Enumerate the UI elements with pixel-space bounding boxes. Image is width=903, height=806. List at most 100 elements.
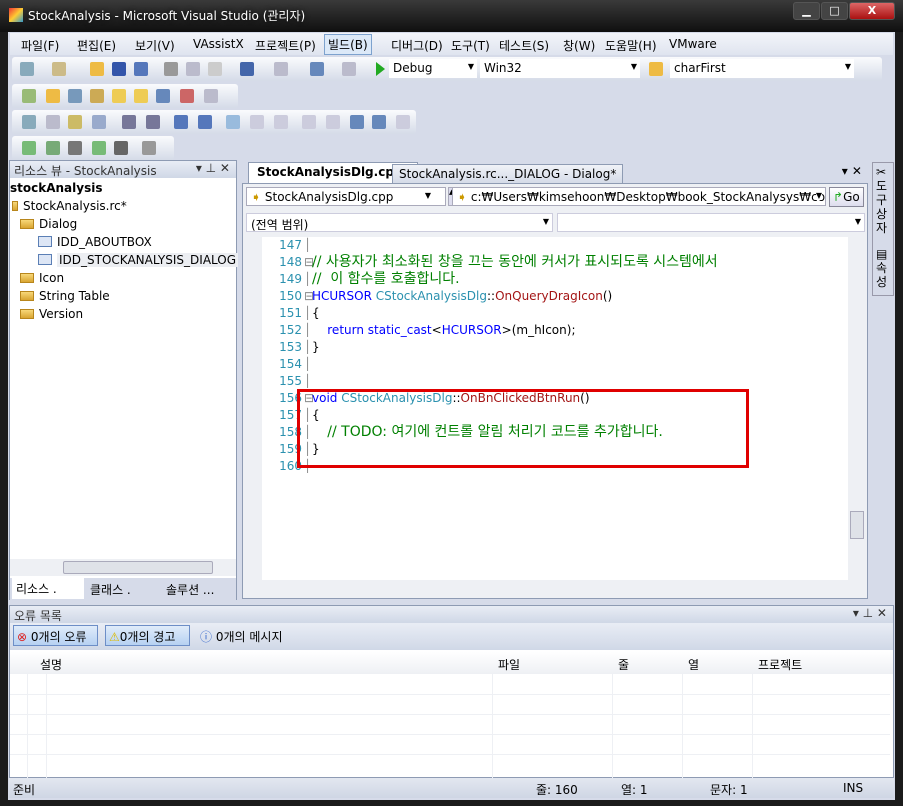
menu-item[interactable]: 테스트(S) <box>496 36 552 55</box>
vertical-scrollbar[interactable] <box>849 237 866 580</box>
navigate-icon[interactable] <box>310 62 324 76</box>
scroll-thumb[interactable] <box>63 561 213 574</box>
bookmark-icon[interactable] <box>274 115 288 129</box>
menu-item[interactable]: 빌드(B) <box>324 34 372 55</box>
tool-icon[interactable] <box>156 89 170 103</box>
close-tab-icon[interactable]: ▾ ✕ <box>842 164 862 178</box>
tool-icon[interactable] <box>22 115 36 129</box>
column-line[interactable]: 줄 <box>618 656 629 673</box>
column-file[interactable]: 파일 <box>498 656 520 673</box>
tool-icon[interactable] <box>134 89 148 103</box>
menu-item[interactable]: VMware <box>666 36 720 52</box>
build-icon[interactable] <box>142 141 156 155</box>
bookmark-icon[interactable] <box>372 115 386 129</box>
tree-item-string-table[interactable]: String Table <box>20 289 110 303</box>
menu-item[interactable]: 프로젝트(P) <box>252 36 319 55</box>
tab-dialog[interactable]: StockAnalysis.rc..._DIALOG - Dialog* <box>392 164 624 183</box>
build-icon[interactable] <box>46 141 60 155</box>
build-icon[interactable] <box>68 141 82 155</box>
fold-marker[interactable]: │ <box>304 322 311 339</box>
undo-icon[interactable] <box>240 62 254 76</box>
tool-icon[interactable] <box>46 115 60 129</box>
save-icon[interactable] <box>112 62 126 76</box>
horizontal-scrollbar[interactable] <box>10 559 236 576</box>
build-icon[interactable] <box>22 141 36 155</box>
tool-icon[interactable] <box>204 89 218 103</box>
find-combo[interactable]: charFirst ▼ <box>670 59 854 78</box>
indent-icon[interactable] <box>146 115 160 129</box>
errors-filter-button[interactable]: ⊗ 0개의 오류 <box>13 625 98 646</box>
copy-icon[interactable] <box>186 62 200 76</box>
build-icon[interactable] <box>92 141 106 155</box>
comment-icon[interactable] <box>174 115 188 129</box>
menu-item[interactable]: 도구(T) <box>448 36 493 55</box>
bookmark-icon[interactable] <box>326 115 340 129</box>
tool-icon[interactable] <box>46 89 60 103</box>
tool-icon[interactable] <box>22 89 36 103</box>
menu-item[interactable]: VAssistX <box>190 36 247 52</box>
fold-marker[interactable]: │ <box>304 237 311 254</box>
cut-icon[interactable] <box>164 62 178 76</box>
go-button[interactable]: ↱Go <box>829 187 864 207</box>
find-in-files-icon[interactable] <box>649 62 663 76</box>
uncomment-icon[interactable] <box>198 115 212 129</box>
fold-marker[interactable]: │ <box>304 373 311 390</box>
column-col[interactable]: 열 <box>688 656 699 673</box>
add-item-icon[interactable] <box>52 62 66 76</box>
open-icon[interactable] <box>90 62 104 76</box>
spell-check-icon[interactable] <box>180 89 194 103</box>
scope-combo[interactable]: (전역 범위) ▼ <box>246 213 553 232</box>
tree-root[interactable]: stockAnalysis <box>10 181 102 195</box>
tool-icon[interactable] <box>112 89 126 103</box>
tree-item-main-dialog[interactable]: IDD_STOCKANALYSIS_DIALOG <box>38 253 239 267</box>
menu-item[interactable]: 보기(V) <box>132 36 178 55</box>
menu-item[interactable]: 창(W) <box>560 36 598 55</box>
bookmark-icon[interactable] <box>226 115 240 129</box>
tab-solution[interactable]: 솔루션 ... <box>162 580 218 599</box>
toolbox-tab[interactable]: ✂ 도구 상자 <box>876 165 892 235</box>
bookmark-icon[interactable] <box>396 115 410 129</box>
menu-item[interactable]: 파일(F) <box>18 36 62 55</box>
panel-close-icon[interactable]: ▾ ⊥ ✕ <box>196 161 230 175</box>
redo-icon[interactable] <box>274 62 288 76</box>
tool-icon[interactable] <box>90 89 104 103</box>
column-project[interactable]: 프로젝트 <box>758 656 802 673</box>
messages-filter-button[interactable]: ⓘ 0개의 메시지 <box>196 625 287 646</box>
tree-item-version[interactable]: Version <box>20 307 83 321</box>
navigate-forward-icon[interactable] <box>342 62 356 76</box>
fold-marker[interactable]: │ <box>304 339 311 356</box>
paste-icon[interactable] <box>208 62 222 76</box>
menu-item[interactable]: 편집(E) <box>74 36 119 55</box>
properties-tab[interactable]: ▤ 속성 <box>876 247 892 289</box>
tab-class[interactable]: 클래스 . <box>86 580 135 599</box>
maximize-button[interactable]: □ <box>821 2 848 20</box>
platform-combo[interactable]: Win32 ▼ <box>480 59 640 78</box>
menu-item[interactable]: 디버그(D) <box>388 36 446 55</box>
warnings-filter-button[interactable]: ⚠0개의 경고 <box>105 625 190 646</box>
tool-icon[interactable] <box>92 115 106 129</box>
member-combo[interactable]: ▼ <box>557 213 865 232</box>
tool-icon[interactable] <box>68 89 82 103</box>
bookmark-icon[interactable] <box>350 115 364 129</box>
file-combo[interactable]: ➧ StockAnalysisDlg.cpp ▼ <box>246 187 446 206</box>
tree-item-rc[interactable]: StockAnalysis.rc* <box>12 199 127 213</box>
tree-item-aboutbox[interactable]: IDD_ABOUTBOX <box>38 235 152 249</box>
tree-item-icon[interactable]: Icon <box>20 271 64 285</box>
outdent-icon[interactable] <box>122 115 136 129</box>
build-icon[interactable] <box>114 141 128 155</box>
tree-item-dialog[interactable]: Dialog <box>20 217 77 231</box>
config-combo[interactable]: Debug ▼ <box>389 59 477 78</box>
scroll-thumb[interactable] <box>850 511 864 539</box>
fold-marker[interactable]: │ <box>304 356 311 373</box>
panel-close-icon[interactable]: ▾ ⊥ ✕ <box>853 606 887 620</box>
tool-icon[interactable] <box>68 115 82 129</box>
tab-resource[interactable]: 리소스 . <box>12 578 84 599</box>
fold-marker[interactable]: │ <box>304 271 311 288</box>
minimize-button[interactable]: ▁ <box>793 2 820 20</box>
save-all-icon[interactable] <box>134 62 148 76</box>
menu-item[interactable]: 도움말(H) <box>602 36 660 55</box>
bookmark-icon[interactable] <box>250 115 264 129</box>
fold-marker[interactable]: │ <box>304 305 311 322</box>
path-combo[interactable]: ➧ c:₩Users₩kimsehoon₩Desktop₩book_StockA… <box>452 187 826 206</box>
horizontal-scrollbar[interactable] <box>244 580 849 597</box>
